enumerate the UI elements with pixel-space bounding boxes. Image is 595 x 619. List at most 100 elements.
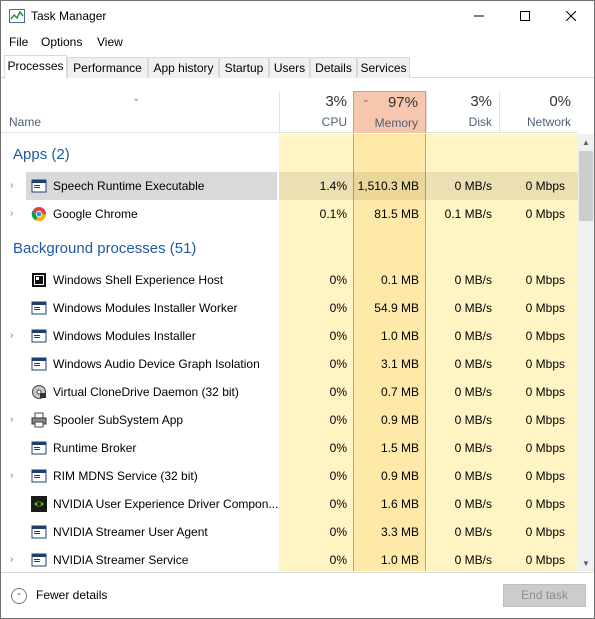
network-value: 0 Mbps	[525, 329, 565, 343]
title-bar: Task Manager	[1, 1, 594, 31]
window-icon	[31, 329, 47, 343]
network-value: 0 Mbps	[525, 525, 565, 539]
cpu-value: 0%	[329, 329, 347, 343]
table-row[interactable]: › Google Chrome 0.1% 81.5 MB 0.1 MB/s 0 …	[1, 200, 578, 228]
chevron-right-icon[interactable]: ›	[10, 330, 13, 341]
tab-strip: Processes Performance App history Startu…	[1, 55, 594, 79]
chevron-down-icon: ⌄	[132, 93, 141, 104]
minimize-button[interactable]	[456, 1, 502, 31]
process-name: Spooler SubSystem App	[53, 413, 184, 427]
table-row[interactable]: › NVIDIA Streamer Service 0% 1.0 MB 0 MB…	[1, 546, 578, 571]
maximize-button[interactable]	[502, 1, 548, 31]
table-row[interactable]: Virtual CloneDrive Daemon (32 bit) 0% 0.…	[1, 378, 578, 406]
memory-value: 1.0 MB	[380, 553, 419, 567]
menu-options[interactable]: Options	[41, 35, 82, 49]
network-value: 0 Mbps	[525, 413, 565, 427]
group-background-title: Background processes (51)	[13, 240, 197, 257]
disk-value: 0 MB/s	[454, 357, 492, 371]
tab-performance[interactable]: Performance	[67, 57, 148, 78]
column-disk[interactable]: 3% Disk	[426, 91, 499, 133]
disk-value: 0 MB/s	[454, 301, 492, 315]
chevron-right-icon[interactable]: ›	[10, 414, 13, 425]
process-name: Runtime Broker	[53, 441, 137, 455]
table-row[interactable]: NVIDIA User Experience Driver Compon... …	[1, 490, 578, 518]
memory-value: 1.6 MB	[380, 497, 419, 511]
menu-file[interactable]: File	[9, 35, 28, 49]
memory-value: 0.9 MB	[380, 469, 419, 483]
chevron-up-icon[interactable]: ⌃	[11, 588, 27, 604]
table-row[interactable]: Runtime Broker 0% 1.5 MB 0 MB/s 0 Mbps	[1, 434, 578, 462]
scroll-up-icon[interactable]: ▲	[578, 134, 594, 150]
tab-app-history[interactable]: App history	[148, 57, 219, 78]
table-row[interactable]: Windows Modules Installer Worker 0% 54.9…	[1, 294, 578, 322]
network-percent: 0%	[549, 93, 571, 110]
memory-value: 3.3 MB	[380, 525, 419, 539]
process-name: NVIDIA Streamer User Agent	[53, 525, 208, 539]
network-value: 0 Mbps	[525, 207, 565, 221]
task-manager-window: Task Manager File Options View Processes…	[0, 0, 595, 619]
close-icon	[566, 11, 576, 21]
chevron-right-icon[interactable]: ›	[10, 208, 13, 219]
memory-value: 0.1 MB	[380, 273, 419, 287]
cpu-percent: 3%	[325, 93, 347, 110]
table-row[interactable]: › RIM MDNS Service (32 bit) 0% 0.9 MB 0 …	[1, 462, 578, 490]
cpu-value: 0%	[329, 441, 347, 455]
table-row[interactable]: › Speech Runtime Executable 1.4% 1,510.3…	[1, 172, 578, 200]
disk-percent: 3%	[470, 93, 492, 110]
column-network[interactable]: 0% Network	[499, 91, 578, 133]
group-apps: Apps (2)	[1, 140, 578, 170]
nvidia-icon	[31, 496, 47, 512]
vertical-scrollbar[interactable]: ▲ ▼	[578, 134, 594, 571]
tab-users[interactable]: Users	[269, 57, 310, 78]
process-name: NVIDIA Streamer Service	[53, 553, 189, 567]
chevron-right-icon[interactable]: ›	[10, 470, 13, 481]
footer-bar: ⌃ Fewer details End task	[1, 572, 594, 618]
window-icon	[31, 301, 47, 315]
memory-value: 1.0 MB	[380, 329, 419, 343]
chevron-right-icon[interactable]: ›	[10, 554, 13, 565]
close-button[interactable]	[548, 1, 594, 31]
table-row[interactable]: › Spooler SubSystem App 0% 0.9 MB 0 MB/s…	[1, 406, 578, 434]
tab-processes[interactable]: Processes	[4, 55, 67, 79]
scroll-thumb[interactable]	[579, 151, 593, 221]
printer-icon	[31, 412, 47, 428]
window-icon	[31, 441, 47, 455]
network-value: 0 Mbps	[525, 553, 565, 567]
memory-label: Memory	[374, 116, 418, 130]
table-row[interactable]: Windows Shell Experience Host 0% 0.1 MB …	[1, 266, 578, 294]
disk-value: 0 MB/s	[454, 179, 492, 193]
process-name: Windows Modules Installer Worker	[53, 301, 238, 315]
fewer-details-link[interactable]: Fewer details	[36, 588, 107, 602]
column-cpu[interactable]: 3% CPU	[279, 91, 354, 133]
disc-drive-icon	[32, 385, 46, 399]
cpu-value: 0%	[329, 301, 347, 315]
task-manager-icon	[9, 9, 25, 23]
end-task-button[interactable]: End task	[503, 584, 586, 607]
scroll-down-icon[interactable]: ▼	[578, 555, 594, 571]
tab-details[interactable]: Details	[310, 57, 357, 78]
tab-startup[interactable]: Startup	[219, 57, 269, 78]
memory-value: 1.5 MB	[380, 441, 419, 455]
process-name: Virtual CloneDrive Daemon (32 bit)	[53, 385, 239, 399]
process-name: Windows Shell Experience Host	[53, 273, 224, 287]
disk-value: 0 MB/s	[454, 525, 492, 539]
network-label: Network	[526, 115, 571, 129]
disk-value: 0 MB/s	[454, 553, 492, 567]
disk-value: 0 MB/s	[454, 329, 492, 343]
column-name[interactable]: Name	[9, 115, 41, 129]
window-icon	[31, 357, 47, 371]
disk-label: Disk	[468, 115, 492, 129]
column-memory[interactable]: ⌄ 97% Memory	[353, 91, 426, 133]
process-name: Windows Modules Installer	[53, 329, 196, 343]
chevron-right-icon[interactable]: ›	[10, 180, 13, 191]
disk-value: 0 MB/s	[454, 273, 492, 287]
cpu-value: 0%	[329, 497, 347, 511]
menu-view[interactable]: View	[97, 35, 123, 49]
sort-down-icon: ⌄	[362, 94, 370, 104]
table-row[interactable]: Windows Audio Device Graph Isolation 0% …	[1, 350, 578, 378]
table-row[interactable]: › Windows Modules Installer 0% 1.0 MB 0 …	[1, 322, 578, 350]
tab-services[interactable]: Services	[357, 57, 410, 78]
memory-value: 81.5 MB	[374, 207, 419, 221]
table-row[interactable]: NVIDIA Streamer User Agent 0% 3.3 MB 0 M…	[1, 518, 578, 546]
memory-value: 3.1 MB	[380, 357, 419, 371]
